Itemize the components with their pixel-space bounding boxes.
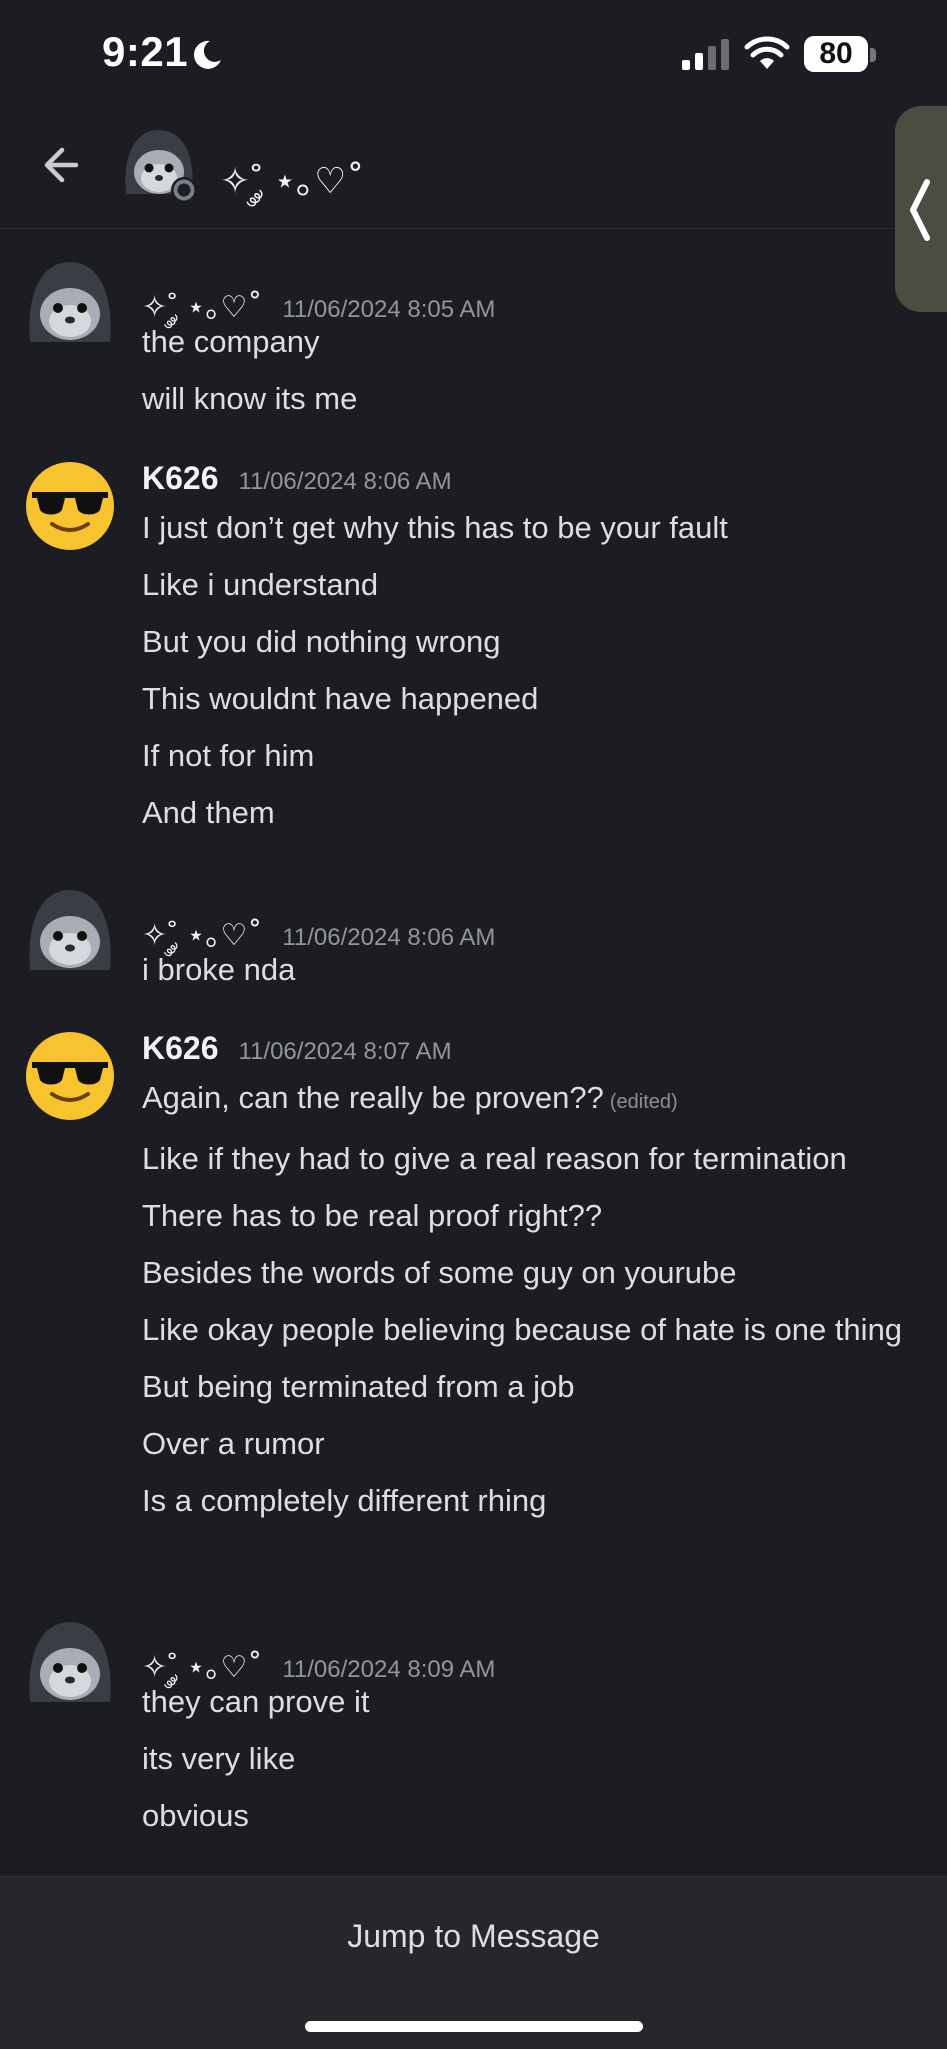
jump-to-message-button[interactable]: Jump to Message <box>0 1901 947 1971</box>
message-author-row: K626 11/06/2024 8:06 AM <box>142 460 452 497</box>
message-text-edited[interactable]: Again, can the really be proven?? (edited… <box>142 1075 922 1125</box>
message-text[interactable]: Like okay people believing because of ha… <box>142 1307 922 1353</box>
author-name[interactable]: K626 <box>142 1030 219 1067</box>
message-text[interactable]: But being terminated from a job <box>142 1364 922 1410</box>
author-name[interactable]: K626 <box>142 460 219 497</box>
message-text[interactable]: I just don’t get why this has to be your… <box>142 505 922 551</box>
chevron-left-icon <box>910 179 930 241</box>
sunglasses-emoji-avatar[interactable] <box>22 1028 118 1124</box>
hooded-seal-avatar[interactable] <box>22 884 118 980</box>
sunglasses-emoji-avatar[interactable] <box>22 458 118 554</box>
message-text[interactable]: Over a rumor <box>142 1421 922 1467</box>
status-time: 9:21 <box>102 28 189 75</box>
channel-header: ✧˚༘ ⋆｡♡˚ <box>0 110 947 229</box>
message-lines: Again, can the really be proven?? (edited… <box>142 1075 922 1535</box>
battery-cap <box>870 48 876 62</box>
message-lines: I just don’t get why this has to be your… <box>142 505 922 847</box>
message-text[interactable]: Besides the words of some guy on yourube <box>142 1250 922 1296</box>
message-text[interactable]: There has to be real proof right?? <box>142 1193 922 1239</box>
message-text[interactable]: its very like <box>142 1736 922 1782</box>
message-text[interactable]: Is a completely different rhing <box>142 1478 922 1524</box>
message-text[interactable]: they can prove it <box>142 1679 922 1725</box>
message-text[interactable]: This wouldnt have happened <box>142 676 922 722</box>
hooded-seal-avatar[interactable] <box>22 1616 118 1712</box>
moon-icon <box>193 40 221 69</box>
hooded-seal-avatar[interactable] <box>22 256 118 352</box>
message-text[interactable]: i broke nda <box>142 947 922 993</box>
message-author-row: K626 11/06/2024 8:07 AM <box>142 1030 452 1067</box>
message-text[interactable]: Like if they had to give a real reason f… <box>142 1136 922 1182</box>
message-text: Again, can the really be proven?? <box>142 1080 604 1115</box>
message-text[interactable]: If not for him <box>142 733 922 779</box>
home-indicator[interactable] <box>305 2021 643 2032</box>
message-text[interactable]: will know its me <box>142 376 922 422</box>
message-timestamp: 11/06/2024 8:06 AM <box>238 468 452 495</box>
message-lines: the company will know its me <box>142 319 922 433</box>
edited-label: (edited) <box>609 1091 678 1113</box>
wifi-icon <box>744 36 790 69</box>
message-lines: they can prove it its very like obvious <box>142 1679 922 1850</box>
message-text[interactable]: obvious <box>142 1793 922 1839</box>
side-panel-tab[interactable] <box>895 106 947 312</box>
channel-title[interactable]: ✧˚༘ ⋆｡♡˚ <box>220 140 364 242</box>
status-bar: 9:21 80 <box>0 0 947 110</box>
message-text[interactable]: And them <box>142 790 922 836</box>
message-lines: i broke nda <box>142 947 922 1004</box>
jump-bar: Jump to Message <box>0 1876 947 2049</box>
header-avatar[interactable] <box>118 124 200 206</box>
message-text[interactable]: Like i understand <box>142 562 922 608</box>
back-arrow-icon[interactable] <box>36 138 90 192</box>
message-text[interactable]: But you did nothing wrong <box>142 619 922 665</box>
battery-indicator: 80 <box>804 36 868 72</box>
message-timestamp: 11/06/2024 8:07 AM <box>238 1038 452 1065</box>
message-text[interactable]: the company <box>142 319 922 365</box>
signal-icon <box>682 39 729 70</box>
